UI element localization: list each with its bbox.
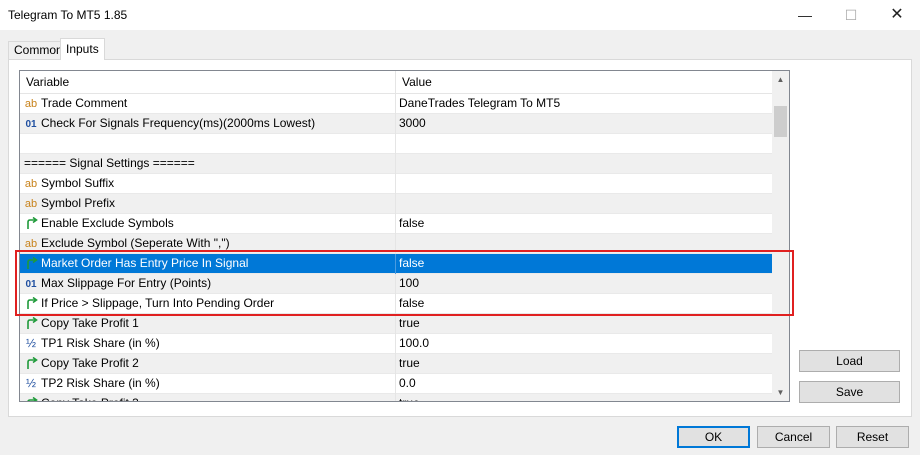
- table-row[interactable]: ====== Signal Settings ======: [20, 154, 772, 174]
- scroll-thumb[interactable]: [774, 106, 787, 137]
- double-type-icon: ½: [25, 376, 36, 390]
- table-row[interactable]: Copy Take Profit 3 true: [20, 394, 772, 401]
- value-cell[interactable]: DaneTrades Telegram To MT5: [396, 94, 772, 114]
- table-row[interactable]: ab Symbol Prefix: [20, 194, 772, 214]
- variable-cell[interactable]: ½ TP1 Risk Share (in %): [20, 334, 396, 354]
- variable-label: Symbol Suffix: [41, 176, 115, 190]
- scroll-up-arrow-icon[interactable]: ▲: [772, 71, 789, 88]
- variable-cell[interactable]: [20, 134, 396, 154]
- variable-cell[interactable]: Copy Take Profit 2: [20, 354, 396, 374]
- variable-label: Symbol Prefix: [41, 196, 116, 210]
- integer-type-icon: 01: [25, 119, 37, 130]
- variable-label: Enable Exclude Symbols: [41, 216, 174, 230]
- table-row[interactable]: Enable Exclude Symbols false: [20, 214, 772, 234]
- table-row[interactable]: 01 Check For Signals Frequency(ms)(2000ms…: [20, 114, 772, 134]
- table-row[interactable]: Copy Take Profit 2 true: [20, 354, 772, 374]
- value-cell[interactable]: 0.0: [396, 374, 772, 394]
- close-button[interactable]: ✕: [874, 0, 920, 30]
- bool-arrow-icon: [24, 315, 38, 334]
- maximize-button[interactable]: ☐: [828, 0, 874, 30]
- double-type-icon: ½: [25, 336, 36, 350]
- scroll-down-arrow-icon[interactable]: ▼: [772, 384, 789, 401]
- variable-label: Copy Take Profit 2: [41, 356, 139, 370]
- table-row[interactable]: [20, 134, 772, 154]
- window-title: Telegram To MT5 1.85: [8, 8, 128, 22]
- variable-label: Trade Comment: [41, 96, 128, 110]
- value-cell[interactable]: [396, 174, 772, 194]
- cancel-button[interactable]: Cancel: [757, 426, 830, 448]
- bool-arrow-icon: [24, 215, 38, 234]
- table-row[interactable]: ab Symbol Suffix: [20, 174, 772, 194]
- vertical-scrollbar[interactable]: ▲ ▼: [772, 71, 789, 401]
- variable-cell[interactable]: ab Symbol Suffix: [20, 174, 396, 194]
- variable-cell[interactable]: Enable Exclude Symbols: [20, 214, 396, 234]
- title-bar: Telegram To MT5 1.85 — ☐ ✕: [0, 0, 920, 30]
- string-type-icon: ab: [24, 178, 38, 190]
- column-header-variable[interactable]: Variable: [20, 71, 396, 93]
- string-type-icon: ab: [24, 198, 38, 210]
- variable-label: TP2 Risk Share (in %): [41, 376, 160, 390]
- table-row[interactable]: Copy Take Profit 1 true: [20, 314, 772, 334]
- bool-arrow-icon: [24, 395, 38, 401]
- value-cell[interactable]: true: [396, 394, 772, 401]
- grid-rows: ab Trade Comment DaneTrades Telegram To MT…: [20, 94, 772, 401]
- value-cell[interactable]: [396, 154, 772, 174]
- tab-inputs[interactable]: Inputs: [60, 38, 105, 60]
- variable-cell[interactable]: ab Symbol Prefix: [20, 194, 396, 214]
- grid-header: Variable Value: [20, 71, 772, 94]
- value-cell[interactable]: [396, 134, 772, 154]
- highlight-box: [15, 250, 794, 316]
- table-row[interactable]: ½ TP1 Risk Share (in %) 100.0: [20, 334, 772, 354]
- minimize-button[interactable]: —: [782, 0, 828, 30]
- inputs-grid: Variable Value ab Trade Comment DaneTrades…: [19, 70, 790, 402]
- variable-cell[interactable]: ====== Signal Settings ======: [20, 154, 396, 174]
- variable-cell[interactable]: ½ TP2 Risk Share (in %): [20, 374, 396, 394]
- variable-cell[interactable]: Copy Take Profit 3: [20, 394, 396, 401]
- value-cell[interactable]: 3000: [396, 114, 772, 134]
- value-cell[interactable]: [396, 194, 772, 214]
- table-row[interactable]: ½ TP2 Risk Share (in %) 0.0: [20, 374, 772, 394]
- variable-cell[interactable]: 01 Check For Signals Frequency(ms)(2000ms…: [20, 114, 396, 134]
- variable-cell[interactable]: ab Trade Comment: [20, 94, 396, 114]
- bool-arrow-icon: [24, 355, 38, 374]
- value-cell[interactable]: true: [396, 314, 772, 334]
- save-button[interactable]: Save: [799, 381, 900, 403]
- variable-label: Exclude Symbol (Seperate With ","): [41, 236, 230, 250]
- column-header-value[interactable]: Value: [396, 71, 772, 93]
- table-row[interactable]: ab Trade Comment DaneTrades Telegram To MT…: [20, 94, 772, 114]
- variable-label: ====== Signal Settings ======: [24, 156, 195, 170]
- value-cell[interactable]: false: [396, 214, 772, 234]
- value-cell[interactable]: 100.0: [396, 334, 772, 354]
- variable-label: Copy Take Profit 1: [41, 316, 139, 330]
- variable-label: Copy Take Profit 3: [41, 396, 139, 401]
- string-type-icon: ab: [24, 98, 38, 110]
- variable-cell[interactable]: Copy Take Profit 1: [20, 314, 396, 334]
- ok-button[interactable]: OK: [677, 426, 750, 448]
- load-button[interactable]: Load: [799, 350, 900, 372]
- variable-label: TP1 Risk Share (in %): [41, 336, 160, 350]
- reset-button[interactable]: Reset: [836, 426, 909, 448]
- variable-label: Check For Signals Frequency(ms)(2000ms L…: [41, 116, 316, 130]
- value-cell[interactable]: true: [396, 354, 772, 374]
